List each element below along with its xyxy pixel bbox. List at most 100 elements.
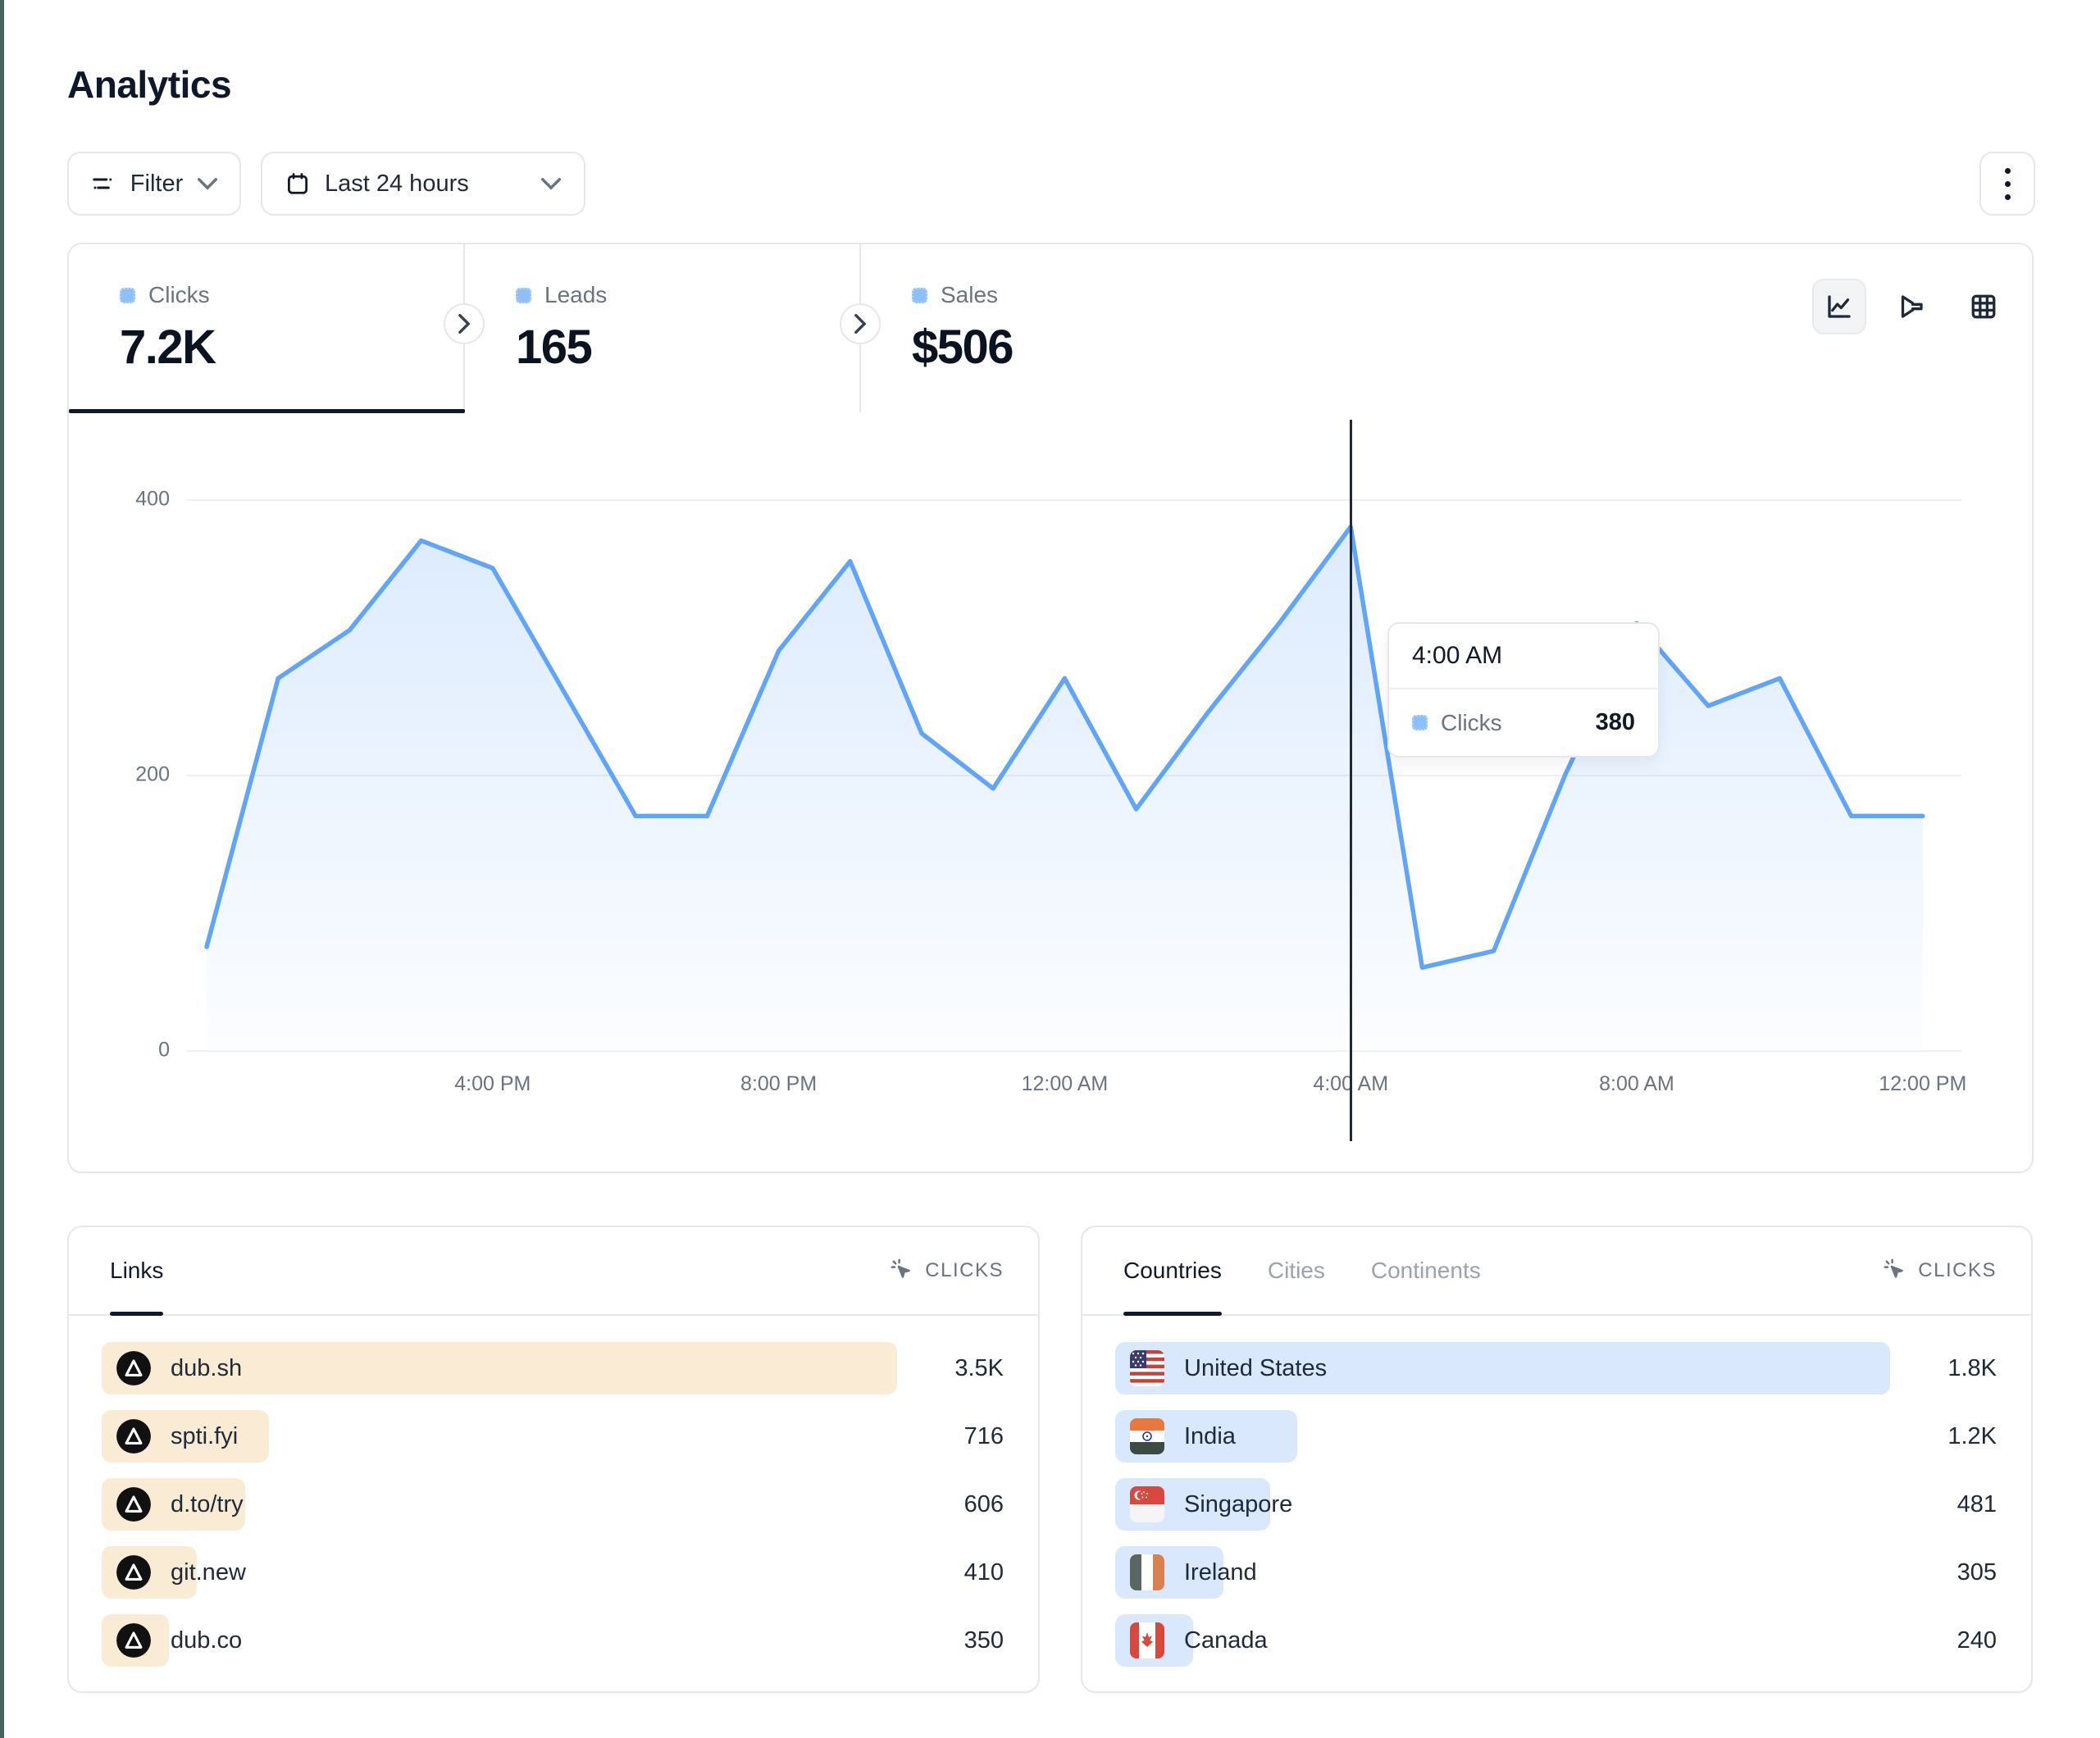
country-label: United States	[1184, 1355, 1327, 1382]
clicks-stat-value: 7.2K	[120, 320, 463, 375]
calendar-icon	[285, 171, 310, 196]
country-clicks-value: 1.2K	[1947, 1423, 1997, 1450]
filter-button[interactable]: Filter	[67, 152, 241, 216]
links-panel-header: Links CLICKS	[69, 1227, 1038, 1316]
tab-leads[interactable]: Leads 165	[465, 244, 861, 412]
countries-rows: United States 1.8K India 1.2K	[1115, 1342, 1997, 1682]
country-row[interactable]: Singapore 481	[1115, 1478, 1997, 1531]
funnel-view-button[interactable]	[1884, 279, 1938, 334]
tab-countries[interactable]: Countries	[1123, 1227, 1222, 1314]
more-options-button[interactable]	[1979, 152, 2035, 216]
link-label: spti.fyi	[171, 1423, 238, 1450]
chart-area-fill	[207, 527, 1923, 1050]
country-label: India	[1184, 1423, 1236, 1450]
tab-continents[interactable]: Continents	[1371, 1227, 1481, 1314]
cursor-click-icon	[1884, 1258, 1908, 1283]
stats-row: Clicks 7.2K Leads 165	[69, 244, 2032, 412]
x-axis-tick: 8:00 PM	[740, 1072, 817, 1096]
tooltip-series-value: 380	[1596, 709, 1635, 736]
countries-panel-header: Countries Cities Continents CLICKS	[1082, 1227, 2031, 1316]
x-axis-tick: 8:00 AM	[1599, 1072, 1674, 1096]
country-label: Singapore	[1184, 1491, 1292, 1518]
tab-links[interactable]: Links	[110, 1227, 163, 1314]
x-axis-tick: 12:00 AM	[1022, 1072, 1109, 1096]
ireland-flag-icon	[1130, 1554, 1164, 1590]
cities-tab-label: Cities	[1268, 1258, 1325, 1284]
country-row[interactable]: India 1.2K	[1115, 1410, 1997, 1463]
x-axis-tick: 12:00 PM	[1879, 1072, 1966, 1096]
canada-flag-icon	[1130, 1622, 1164, 1658]
link-clicks-value: 606	[964, 1491, 1004, 1518]
india-flag-icon	[1130, 1418, 1164, 1454]
clicks-stat-label: Clicks	[148, 282, 210, 308]
page-title: Analytics	[67, 62, 231, 107]
sales-stat-label: Sales	[941, 282, 998, 308]
links-panel: Links CLICKS dub.sh	[67, 1226, 1040, 1693]
country-row[interactable]: Canada 240	[1115, 1614, 1997, 1667]
links-metric-label: CLICKS	[925, 1259, 1004, 1282]
country-clicks-value: 481	[1957, 1491, 1997, 1518]
link-clicks-value: 3.5K	[954, 1355, 1004, 1382]
date-range-label: Last 24 hours	[325, 171, 469, 198]
continents-tab-label: Continents	[1371, 1258, 1481, 1284]
filter-button-label: Filter	[130, 171, 183, 198]
country-row[interactable]: United States 1.8K	[1115, 1342, 1997, 1394]
tab-sales[interactable]: Sales $506	[861, 244, 2032, 412]
leads-stat-label: Leads	[544, 282, 607, 308]
line-chart-view-button[interactable]	[1812, 279, 1866, 334]
filter-icon	[91, 171, 116, 196]
singapore-flag-icon	[1130, 1486, 1164, 1522]
table-view-button[interactable]	[1957, 279, 2011, 334]
dub-logo-icon	[116, 1623, 151, 1658]
active-tab-underline	[69, 409, 465, 413]
cursor-click-icon	[891, 1258, 915, 1283]
countries-metric-label: CLICKS	[1918, 1259, 1997, 1282]
link-row[interactable]: git.new 410	[102, 1546, 1004, 1599]
link-row[interactable]: dub.sh 3.5K	[102, 1342, 1004, 1394]
link-clicks-value: 350	[964, 1627, 1004, 1654]
date-range-button[interactable]: Last 24 hours	[261, 152, 585, 216]
link-label: dub.sh	[171, 1355, 242, 1382]
tab-cities[interactable]: Cities	[1268, 1227, 1325, 1314]
y-axis-tick: 0	[108, 1039, 170, 1062]
chart-tooltip: 4:00 AM Clicks 380	[1387, 622, 1660, 758]
country-label: Canada	[1184, 1627, 1268, 1654]
sales-series-swatch	[912, 288, 927, 303]
clicks-series-swatch	[120, 288, 135, 303]
leads-series-swatch	[516, 288, 531, 303]
dub-logo-icon	[116, 1487, 151, 1522]
link-clicks-value: 410	[964, 1559, 1004, 1586]
link-row[interactable]: spti.fyi 716	[102, 1410, 1004, 1463]
links-metric-selector[interactable]: CLICKS	[891, 1258, 1004, 1283]
analytics-card: Clicks 7.2K Leads 165	[67, 243, 2034, 1173]
kebab-icon	[2005, 168, 2011, 200]
countries-panel: Countries Cities Continents CLICKS	[1081, 1226, 2033, 1693]
leads-stat-value: 165	[516, 320, 859, 375]
hover-crosshair	[1350, 420, 1352, 1141]
tab-clicks[interactable]: Clicks 7.2K	[69, 244, 465, 412]
link-label: git.new	[171, 1559, 246, 1586]
chevron-down-icon	[198, 177, 217, 190]
expand-leads-chevron-button[interactable]	[840, 303, 881, 344]
dub-logo-icon	[116, 1419, 151, 1454]
x-axis-tick: 4:00 PM	[454, 1072, 531, 1096]
country-label: Ireland	[1184, 1559, 1257, 1586]
clicks-area-chart[interactable]	[186, 461, 1961, 1059]
analytics-page: Analytics Filter Last 24 hours	[0, 0, 2100, 1738]
link-row[interactable]: d.to/try 606	[102, 1478, 1004, 1531]
y-axis-tick: 200	[108, 763, 170, 787]
countries-metric-selector[interactable]: CLICKS	[1884, 1258, 1997, 1283]
dub-logo-icon	[116, 1555, 151, 1590]
tooltip-time: 4:00 AM	[1389, 624, 1658, 689]
link-label: d.to/try	[171, 1491, 244, 1518]
chart-type-switcher	[1812, 279, 2011, 334]
links-tab-label: Links	[110, 1258, 163, 1284]
expand-clicks-chevron-button[interactable]	[444, 303, 485, 344]
country-clicks-value: 240	[1957, 1627, 1997, 1654]
links-rows: dub.sh 3.5K spti.fyi 716 d.to/try 606	[102, 1342, 1004, 1682]
link-row[interactable]: dub.co 350	[102, 1614, 1004, 1667]
chevron-down-icon	[541, 177, 561, 190]
country-row[interactable]: Ireland 305	[1115, 1546, 1997, 1599]
us-flag-icon	[1130, 1350, 1164, 1386]
country-clicks-value: 1.8K	[1947, 1355, 1997, 1382]
